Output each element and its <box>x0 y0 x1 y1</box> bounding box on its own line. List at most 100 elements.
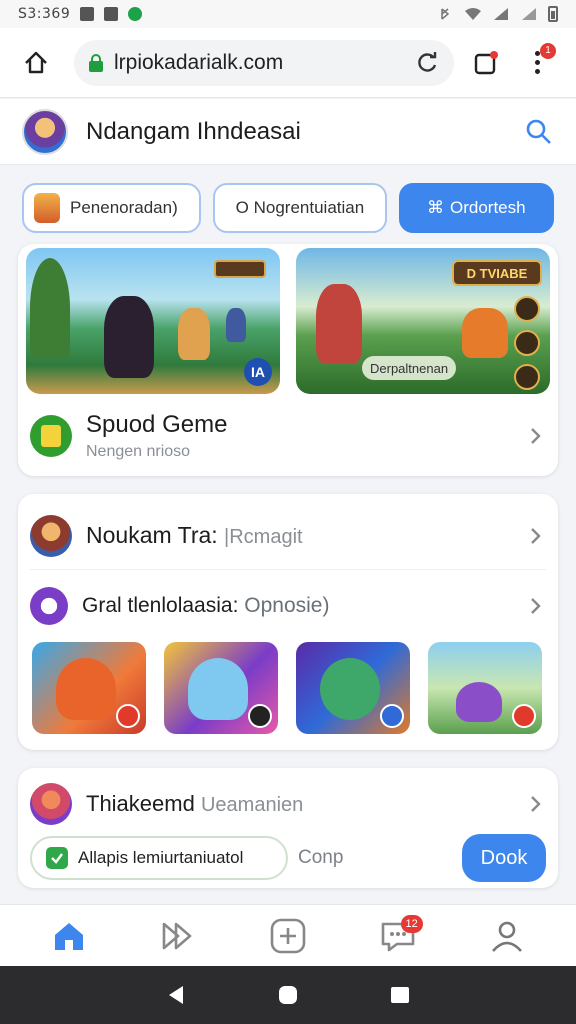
notification-icon <box>128 7 143 21</box>
menu-dot <box>534 60 540 65</box>
signal-icon <box>494 8 508 20</box>
character-illustration <box>56 658 116 720</box>
featured-card: IA D TVIABE Derpaltnenan Spuod Geme Neng… <box>18 244 558 476</box>
banner-corner-badge: IA <box>244 358 272 386</box>
game-thumbnail[interactable] <box>428 642 542 734</box>
game-logo-icon <box>30 415 72 457</box>
category-icon <box>30 587 68 625</box>
signal-icon <box>522 8 536 20</box>
chip-label: Penenoradan) <box>70 198 178 217</box>
nav-add[interactable] <box>263 911 313 961</box>
avatar[interactable] <box>22 108 68 155</box>
chip-0[interactable]: Penenoradan) <box>22 183 202 233</box>
action-card: Thiakeemd Ueamanien Allapis lemiurtaniua… <box>18 768 558 888</box>
tabs-button[interactable] <box>470 47 502 79</box>
recents-icon[interactable] <box>389 984 411 1006</box>
browser-toolbar: lrpiokadarialk.com 1 <box>0 28 576 98</box>
home-circle-icon[interactable] <box>277 984 299 1006</box>
lock-icon <box>89 53 103 72</box>
nav-home[interactable] <box>44 911 94 961</box>
game-banner[interactable]: D TVIABE Derpaltnenan <box>296 248 550 394</box>
list-item-title: Thiakeemd Ueamanien <box>86 791 303 817</box>
status-time: S3:369 <box>18 6 71 22</box>
list-card: Noukam Tra: |Rcmagit Gral tlenlolaasia: … <box>18 494 558 750</box>
character-illustration <box>104 296 154 378</box>
game-thumbnail[interactable] <box>296 642 410 734</box>
thumbnail-badge-icon <box>512 704 536 728</box>
avatar <box>30 783 72 825</box>
back-icon[interactable] <box>165 984 187 1006</box>
nav-play[interactable] <box>153 911 203 961</box>
tabs-icon <box>474 50 498 74</box>
game-thumbnail[interactable] <box>32 642 146 734</box>
list-item-title-text: Noukam Tra: <box>86 522 218 548</box>
game-subtitle: Nengen nrioso <box>86 443 191 460</box>
thumbnail-badge-icon <box>248 704 272 728</box>
character-illustration <box>188 658 248 720</box>
game-thumbnails <box>32 642 544 734</box>
chip-label: O Nogrentuiatian <box>235 198 365 217</box>
list-item[interactable]: Noukam Tra: |Rcmagit <box>30 502 546 570</box>
notification-icon <box>104 7 119 21</box>
search-icon[interactable] <box>524 117 554 147</box>
character-illustration <box>462 308 508 358</box>
address-bar[interactable]: lrpiokadarialk.com <box>74 39 454 86</box>
nav-messages[interactable]: 12 <box>373 911 423 961</box>
app-header: Ndangam Ihndeasai <box>0 99 576 165</box>
command-icon: ⌘ <box>426 198 444 217</box>
chip-1[interactable]: O Nogrentuiatian <box>213 183 387 233</box>
game-banner[interactable]: IA <box>26 248 280 394</box>
menu-button[interactable]: 1 <box>522 42 556 81</box>
character-icon <box>34 193 60 223</box>
sign-illustration <box>214 260 266 278</box>
check-icon <box>51 853 63 864</box>
chip-2[interactable]: ⌘ Ordortesh <box>398 183 554 233</box>
menu-dot <box>534 51 540 56</box>
list-item[interactable]: Gral tlenlolaasia: Opnosie) <box>30 578 546 634</box>
character-illustration <box>226 308 246 342</box>
planet-illustration <box>320 658 380 720</box>
home-icon <box>54 922 83 950</box>
checkbox-pill[interactable]: Allapis lemiurtaniuatol <box>30 836 288 880</box>
game-row[interactable]: Spuod Geme Nengen nrioso <box>30 406 546 466</box>
home-button[interactable] <box>16 43 56 83</box>
chevron-right-icon <box>531 796 541 812</box>
character-illustration <box>316 284 362 364</box>
checkbox[interactable] <box>46 847 68 869</box>
chevron-right-icon <box>531 527 541 544</box>
list-item[interactable]: Thiakeemd Ueamanien <box>30 776 546 832</box>
status-bar: S3:369 <box>0 0 576 28</box>
shield-icon <box>514 296 540 322</box>
bluetooth-icon <box>441 8 450 20</box>
character-illustration <box>456 682 502 722</box>
chevron-right-icon <box>531 598 541 614</box>
character-illustration <box>178 308 210 360</box>
nav-profile[interactable] <box>482 911 532 961</box>
reload-icon[interactable] <box>414 50 440 76</box>
game-texts: Spuod Geme Nengen nrioso <box>86 411 227 461</box>
game-logo-inner <box>41 425 61 447</box>
wifi-icon <box>465 8 481 20</box>
home-icon <box>25 51 47 73</box>
notification-icon <box>80 7 95 21</box>
list-item-muted: Opnosie) <box>244 594 330 617</box>
list-item-title-text: Gral tlenlolaasia: <box>82 594 239 617</box>
banner-label: Derpaltnenan <box>362 356 457 380</box>
avatar <box>30 514 72 557</box>
banner-sign: D TVIABE <box>452 260 542 286</box>
game-thumbnail[interactable] <box>164 642 278 734</box>
chevron-right-icon <box>531 428 541 444</box>
thumbnail-badge-icon <box>380 704 404 728</box>
system-nav-bar <box>0 966 576 1024</box>
chip-label: Ordortesh <box>449 198 526 217</box>
list-item-muted: |Rcmagit <box>224 526 303 548</box>
bottom-nav: 12 <box>0 904 576 966</box>
list-item-title: Gral tlenlolaasia: Opnosie) <box>82 594 329 618</box>
action-row: Allapis lemiurtaniuatol Conp Dook <box>30 834 546 882</box>
checkbox-label: Allapis lemiurtaniuatol <box>78 848 244 867</box>
game-name: Spuod Geme <box>86 411 228 438</box>
done-button[interactable]: Dook <box>462 834 546 882</box>
battery-icon <box>548 6 558 22</box>
add-icon <box>270 918 306 953</box>
profile-icon <box>492 921 523 952</box>
